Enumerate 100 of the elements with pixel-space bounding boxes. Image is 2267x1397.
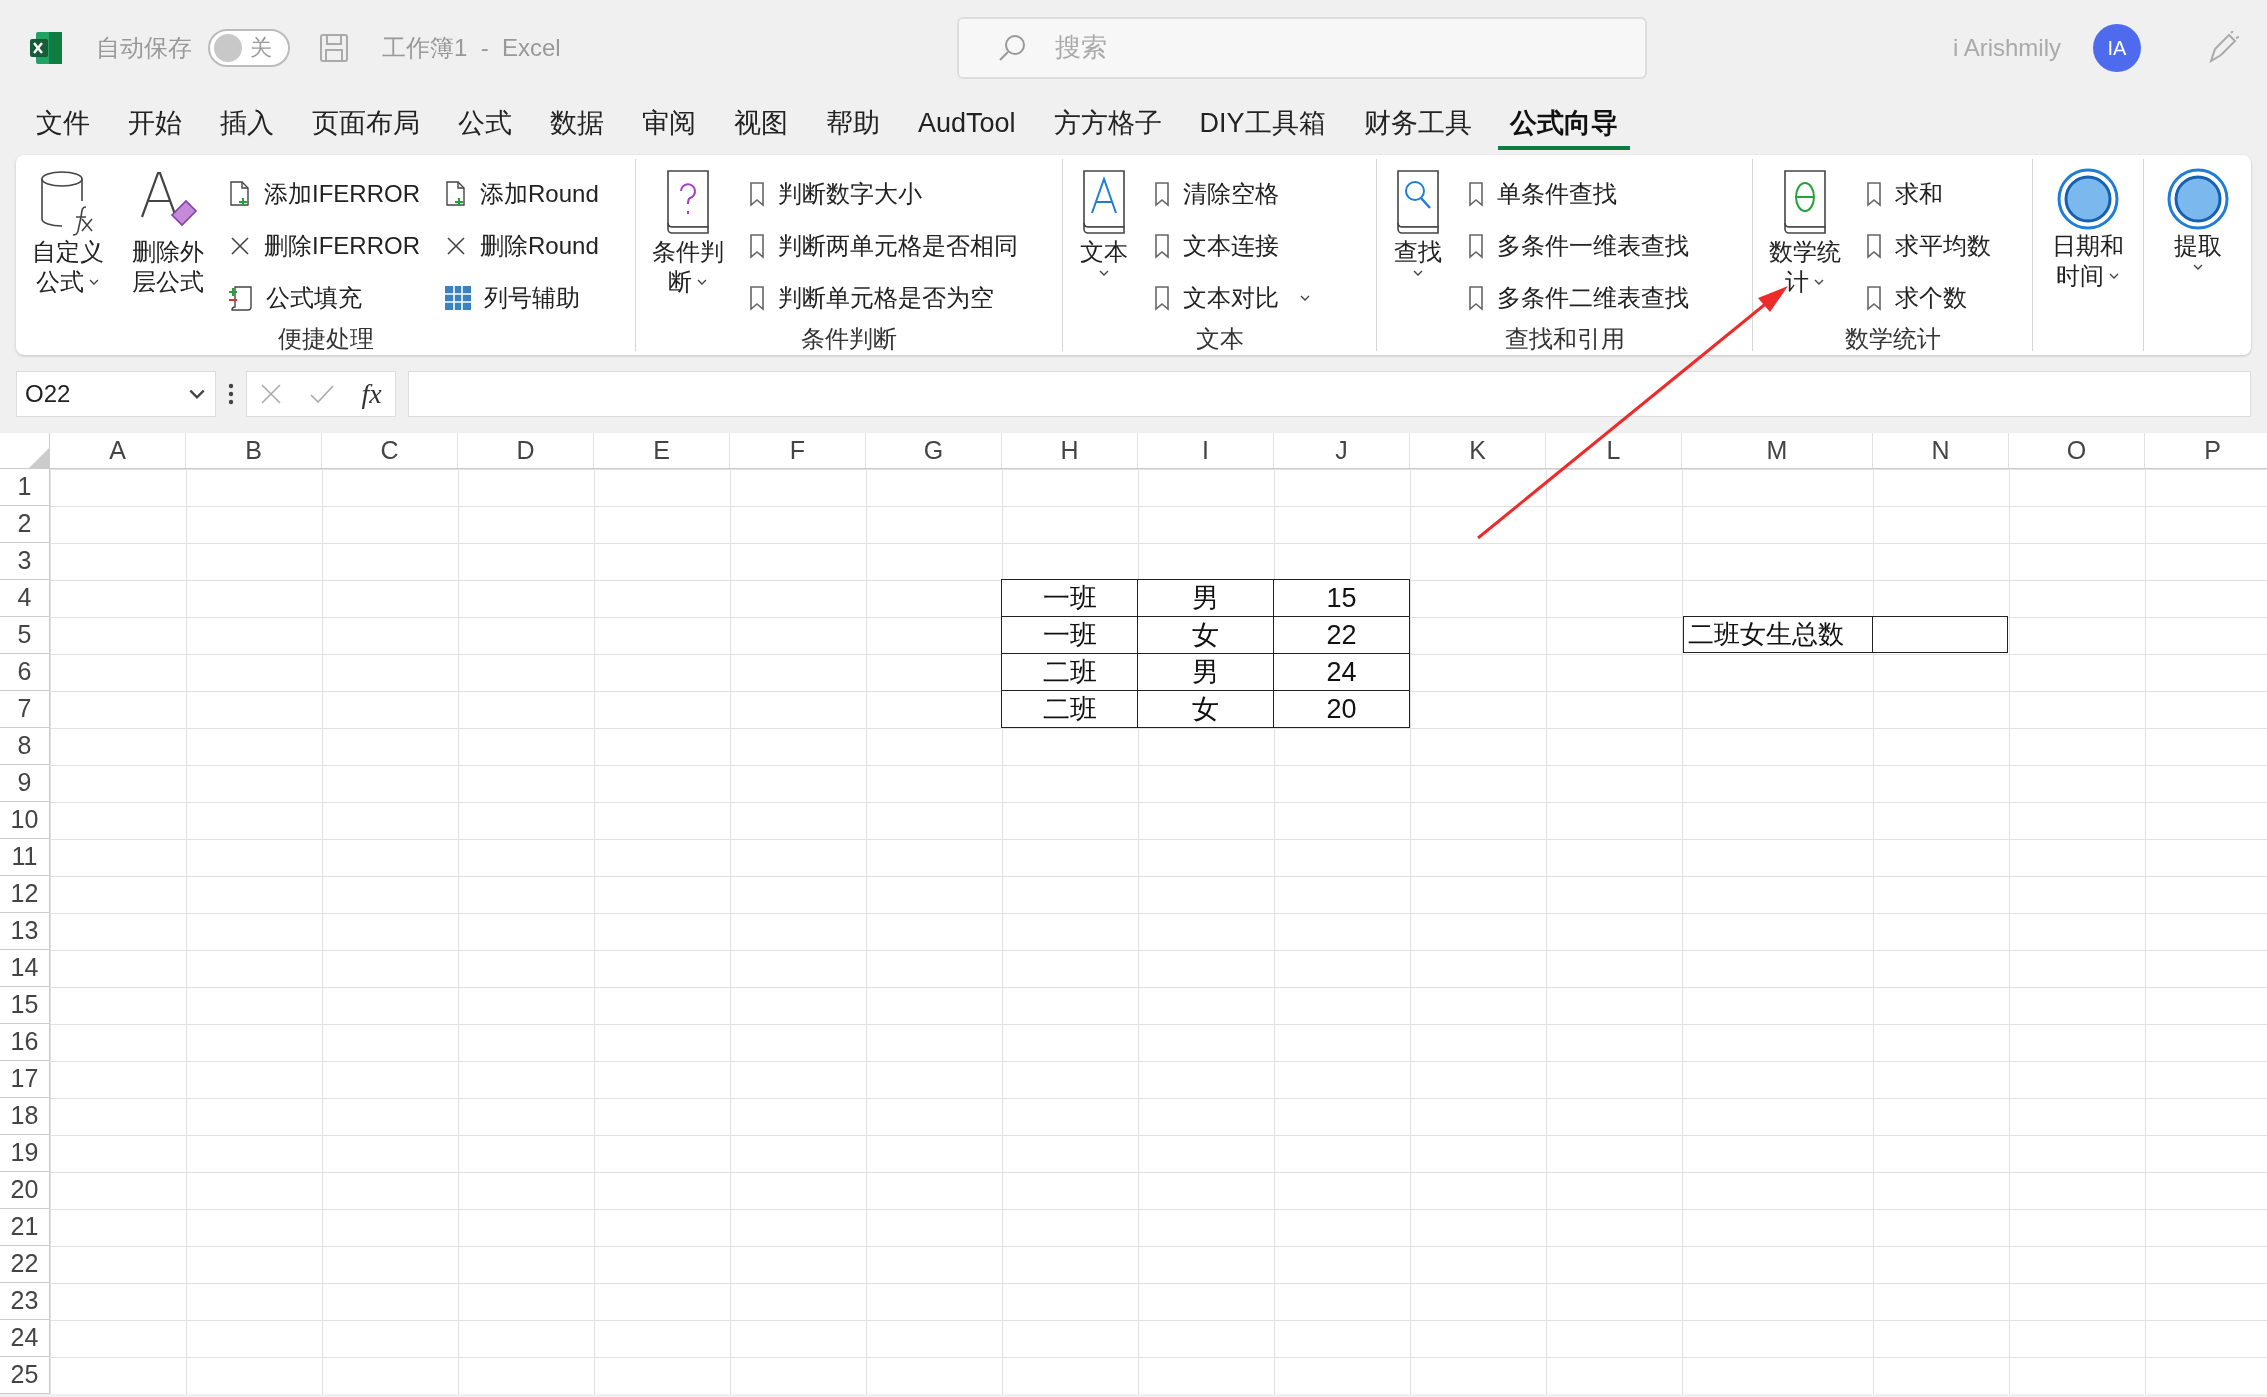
table-cell: 女 bbox=[1138, 617, 1274, 654]
menu-tab[interactable]: 帮助 bbox=[814, 100, 892, 150]
column-header[interactable]: C bbox=[322, 433, 458, 468]
ribbon-item[interactable]: 添加IFERROR bbox=[228, 171, 420, 217]
menu-tab[interactable]: 公式向导 bbox=[1497, 100, 1630, 150]
user-avatar[interactable]: IA bbox=[2093, 23, 2141, 72]
column-header[interactable]: G bbox=[866, 433, 1002, 468]
menu-tab[interactable]: 公式 bbox=[446, 100, 524, 150]
column-header[interactable]: A bbox=[50, 433, 186, 468]
menu-tab[interactable]: 数据 bbox=[538, 100, 616, 150]
ribbon-item[interactable]: 删除IFERROR bbox=[228, 223, 420, 269]
row-header[interactable]: 18 bbox=[0, 1098, 50, 1135]
column-header[interactable]: M bbox=[1682, 433, 1873, 468]
insert-function-button[interactable]: fx bbox=[361, 373, 382, 415]
ribbon-item[interactable]: 删除Round bbox=[444, 223, 599, 269]
menu-tab[interactable]: 视图 bbox=[722, 100, 800, 150]
ribbon-button[interactable]: 查找 bbox=[1389, 167, 1447, 321]
column-header[interactable]: D bbox=[458, 433, 594, 468]
menu-tab[interactable]: 审阅 bbox=[630, 100, 708, 150]
save-icon[interactable] bbox=[318, 31, 350, 64]
check-icon[interactable] bbox=[308, 383, 335, 405]
row-header[interactable]: 14 bbox=[0, 950, 50, 987]
menu-tab[interactable]: 插入 bbox=[208, 100, 286, 150]
column-header[interactable]: F bbox=[730, 433, 866, 468]
row-header[interactable]: 15 bbox=[0, 987, 50, 1024]
ribbon-item[interactable]: 文本连接 bbox=[1153, 223, 1311, 269]
ribbon-item[interactable]: 求平均数 bbox=[1865, 223, 1991, 269]
column-header[interactable]: P bbox=[2145, 433, 2267, 468]
row-header[interactable]: 25 bbox=[0, 1357, 50, 1394]
cancel-icon[interactable] bbox=[260, 383, 283, 405]
circle-icon bbox=[2056, 167, 2120, 231]
column-header[interactable]: K bbox=[1410, 433, 1546, 468]
row-header[interactable]: 3 bbox=[0, 543, 50, 580]
ribbon-item[interactable]: 求个数 bbox=[1865, 275, 1991, 321]
ribbon-button[interactable]: 文本 bbox=[1075, 167, 1133, 321]
row-header[interactable]: 5 bbox=[0, 617, 50, 654]
select-all-icon[interactable] bbox=[29, 448, 49, 468]
row-header[interactable]: 7 bbox=[0, 691, 50, 728]
ribbon-item[interactable]: 判断数字大小 bbox=[748, 171, 1018, 217]
row-header[interactable]: 20 bbox=[0, 1172, 50, 1209]
ribbon-item[interactable]: 判断单元格是否为空 bbox=[748, 275, 1018, 321]
column-header[interactable]: E bbox=[594, 433, 730, 468]
row-header[interactable]: 16 bbox=[0, 1024, 50, 1061]
column-header[interactable]: J bbox=[1274, 433, 1410, 468]
ribbon-item[interactable]: 多条件一维表查找 bbox=[1467, 223, 1689, 269]
user-name: i Arishmily bbox=[1953, 32, 2061, 63]
row-header[interactable]: 10 bbox=[0, 802, 50, 839]
column-header[interactable]: L bbox=[1546, 433, 1682, 468]
ribbon-button[interactable]: 删除外 层公式 bbox=[128, 167, 208, 321]
row-header[interactable]: 19 bbox=[0, 1135, 50, 1172]
menu-tab[interactable]: 页面布局 bbox=[300, 100, 432, 150]
menu-tab[interactable]: 开始 bbox=[116, 100, 194, 150]
row-header[interactable]: 23 bbox=[0, 1283, 50, 1320]
row-header[interactable]: 21 bbox=[0, 1209, 50, 1246]
ribbon-item[interactable]: 公式填充 bbox=[228, 275, 420, 321]
row-header[interactable]: 11 bbox=[0, 839, 50, 876]
ribbon-item[interactable]: 清除空格 bbox=[1153, 171, 1311, 217]
ribbon-button[interactable]: 提取 bbox=[2162, 167, 2234, 315]
row-header[interactable]: 24 bbox=[0, 1320, 50, 1357]
bookmark-icon bbox=[1153, 181, 1171, 207]
row-header[interactable]: 4 bbox=[0, 580, 50, 617]
ribbon-item[interactable]: 单条件查找 bbox=[1467, 171, 1689, 217]
row-header[interactable]: 6 bbox=[0, 654, 50, 691]
row-header[interactable]: 1 bbox=[0, 469, 50, 506]
row-header[interactable]: 8 bbox=[0, 728, 50, 765]
name-box[interactable]: O22 bbox=[16, 371, 216, 417]
row-header[interactable]: 12 bbox=[0, 876, 50, 913]
column-header[interactable]: I bbox=[1138, 433, 1274, 468]
row-header[interactable]: 22 bbox=[0, 1246, 50, 1283]
ribbon-item[interactable]: 求和 bbox=[1865, 171, 1991, 217]
ribbon-button[interactable]: 条件判 断 bbox=[648, 167, 728, 321]
row-header[interactable]: 2 bbox=[0, 506, 50, 543]
scroll-icon bbox=[228, 284, 254, 312]
search-field[interactable]: 搜索 bbox=[956, 16, 1647, 79]
bookmark-icon bbox=[1153, 285, 1171, 311]
table-cell: 男 bbox=[1138, 580, 1274, 617]
column-header[interactable]: O bbox=[2009, 433, 2145, 468]
ribbon-button[interactable]: 数学统 计 bbox=[1765, 167, 1845, 321]
ribbon-item[interactable]: 判断两单元格是否相同 bbox=[748, 223, 1018, 269]
column-header[interactable]: H bbox=[1002, 433, 1138, 468]
ribbon-item[interactable]: 文本对比 bbox=[1153, 275, 1311, 321]
row-header[interactable]: 13 bbox=[0, 913, 50, 950]
formula-input[interactable] bbox=[408, 371, 2251, 417]
ribbon-item[interactable]: 多条件二维表查找 bbox=[1467, 275, 1689, 321]
column-header[interactable]: B bbox=[186, 433, 322, 468]
menu-tab[interactable]: 方方格子 bbox=[1041, 100, 1174, 150]
bookmark-icon bbox=[1467, 233, 1485, 259]
row-header[interactable]: 17 bbox=[0, 1061, 50, 1098]
menu-tab[interactable]: 文件 bbox=[24, 100, 102, 150]
ribbon-item[interactable]: 列号辅助 bbox=[444, 275, 599, 321]
ribbon-button[interactable]: 自定义 公式 bbox=[28, 167, 108, 321]
menu-tab[interactable]: 财务工具 bbox=[1351, 100, 1484, 150]
menu-tab[interactable]: DIY工具箱 bbox=[1187, 100, 1338, 150]
row-header[interactable]: 9 bbox=[0, 765, 50, 802]
column-header[interactable]: N bbox=[1873, 433, 2009, 468]
ribbon-item[interactable]: 添加Round bbox=[444, 171, 599, 217]
bookmark-icon bbox=[1865, 285, 1883, 311]
menu-tab[interactable]: AudTool bbox=[906, 100, 1028, 150]
more-options-icon[interactable] bbox=[228, 383, 234, 405]
ribbon-button[interactable]: 日期和 时间 bbox=[2048, 167, 2128, 315]
